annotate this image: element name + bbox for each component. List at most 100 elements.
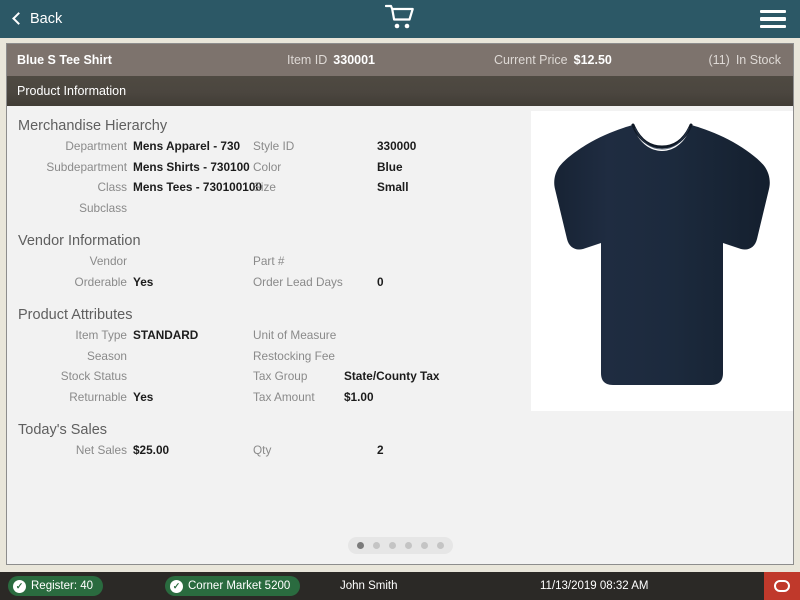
page-dots [347, 537, 453, 554]
field-value: Blue [377, 159, 403, 174]
field-value: $1.00 [344, 389, 374, 404]
field-value: Mens Shirts - 730100 [133, 159, 250, 174]
register-status-badge[interactable]: ✓ Register: 40 [8, 576, 104, 596]
current-price-group: Current Price $12.50 [494, 53, 612, 67]
cart-button-container [0, 0, 800, 38]
current-user: John Smith [340, 580, 398, 592]
page-dot[interactable] [404, 542, 412, 549]
item-id-label: Item ID [287, 53, 328, 67]
detail-row: Net Sales $25.00 Qty 2 [7, 443, 527, 464]
detail-row: Class Mens Tees - 730100100 Size Small [7, 180, 527, 201]
page-dot[interactable] [356, 542, 364, 549]
status-bar: ✓ Register: 40 ✓ Corner Market 5200 John… [0, 572, 800, 600]
content-frame: Blue S Tee Shirt Item ID 330001 Current … [0, 38, 800, 572]
page-dot[interactable] [388, 542, 396, 549]
detail-row: Department Mens Apparel - 730 Style ID 3300… [7, 139, 527, 160]
field-label: Part # [253, 254, 285, 268]
field-value: Mens Apparel - 730 [133, 139, 241, 153]
page-dot[interactable] [372, 542, 380, 549]
menu-line [760, 24, 786, 29]
stock-status-badge: In Stock [735, 53, 781, 67]
field-label: Net Sales [75, 443, 127, 457]
top-navigation-bar: Back [0, 0, 800, 38]
menu-line [760, 9, 786, 14]
menu-line [760, 17, 786, 21]
detail-row: Item Type STANDARD Unit of Measure [7, 328, 527, 349]
tee-shirt-photo [531, 111, 793, 411]
page-dot[interactable] [420, 542, 428, 549]
field-value: 330000 [377, 139, 417, 153]
field-label: Size [253, 180, 276, 194]
field-value: $25.00 [133, 443, 170, 457]
field-label: Color [253, 159, 282, 174]
field-label: Class [97, 180, 128, 194]
power-button-icon[interactable] [764, 572, 800, 600]
detail-rows: Net Sales $25.00 Qty 2 [7, 443, 527, 464]
stock-status-group: (11) In Stock [709, 53, 781, 67]
field-label: Order Lead Days [253, 274, 343, 289]
field-label: Stock Status [60, 369, 127, 383]
detail-section: Vendor Information Vendor Part # Orderable Y… [7, 233, 527, 295]
store-status-badge[interactable]: ✓ Corner Market 5200 [165, 576, 301, 596]
field-value: Mens Tees - 730100100 [133, 180, 262, 194]
detail-section-title: Vendor Information [18, 233, 141, 249]
detail-section-title: Today's Sales [18, 422, 108, 438]
check-circle-icon: ✓ [13, 579, 26, 593]
details-column: Merchandise Hierarchy Department Mens Appa… [7, 106, 527, 476]
detail-section: Merchandise Hierarchy Department Mens Appa… [7, 118, 527, 221]
content-panel: Blue S Tee Shirt Item ID 330001 Current … [6, 43, 794, 565]
field-label: Subclass [79, 200, 127, 215]
hamburger-menu-icon[interactable] [750, 0, 796, 38]
field-value: Yes [133, 389, 154, 404]
current-price-label: Current Price [494, 53, 568, 67]
current-price-value: $12.50 [573, 53, 612, 67]
detail-row: Returnable Yes Tax Amount $1.00 [7, 390, 527, 411]
item-summary-bar: Blue S Tee Shirt Item ID 330001 Current … [7, 44, 793, 76]
item-id-value: 330001 [333, 53, 376, 67]
detail-row: Stock Status Tax Group State/County Tax [7, 369, 527, 390]
field-label: Vendor [89, 254, 127, 268]
field-label: Restocking Fee [253, 348, 335, 363]
page-title: Product Information [17, 84, 127, 98]
detail-row: Vendor Part # [7, 254, 527, 275]
field-label: Qty [253, 443, 272, 457]
item-name: Blue S Tee Shirt [17, 53, 112, 67]
detail-rows: Vendor Part # Orderable Yes Order Lead Days 0 [7, 254, 527, 295]
store-status-label: Corner Market 5200 [188, 580, 291, 592]
page-indicator [7, 537, 793, 554]
detail-row: Orderable Yes Order Lead Days 0 [7, 275, 527, 296]
field-value: State/County Tax [344, 369, 440, 383]
detail-section: Product Attributes Item Type STANDARD Unit … [7, 307, 527, 410]
panel-body: Merchandise Hierarchy Department Mens Appa… [7, 106, 793, 564]
field-label: Item Type [75, 328, 127, 342]
section-title-bar: Product Information [7, 76, 793, 106]
field-label: Subdepartment [46, 159, 127, 174]
field-label: Tax Amount [253, 389, 315, 404]
field-label: Orderable [74, 274, 127, 289]
field-value: 0 [377, 274, 384, 289]
field-label: Season [86, 348, 127, 363]
field-value: Yes [133, 274, 154, 289]
field-label: Unit of Measure [253, 328, 337, 342]
page-dot[interactable] [436, 542, 444, 549]
detail-rows: Item Type STANDARD Unit of Measure Season Re… [7, 328, 527, 410]
field-label: Style ID [253, 139, 295, 153]
detail-rows: Department Mens Apparel - 730 Style ID 3300… [7, 139, 527, 221]
field-value: 2 [377, 443, 384, 457]
current-datetime: 11/13/2019 08:32 AM [540, 580, 649, 592]
chevron-left-icon [12, 12, 25, 25]
field-label: Department [65, 139, 127, 153]
detail-row: Subclass [7, 201, 527, 222]
field-value: Small [377, 180, 409, 194]
register-status-label: Register: 40 [31, 580, 94, 592]
stock-count: (11) [708, 53, 730, 67]
field-label: Tax Group [253, 369, 308, 383]
detail-section-title: Product Attributes [18, 307, 133, 323]
item-id-group: Item ID 330001 [287, 53, 375, 67]
back-button[interactable]: Back [0, 0, 76, 38]
check-circle-icon: ✓ [170, 579, 183, 593]
field-value: STANDARD [133, 328, 199, 342]
detail-section: Today's Sales Net Sales $25.00 Qty 2 [7, 422, 527, 464]
shopping-cart-icon[interactable] [384, 4, 415, 35]
power-glyph [774, 580, 790, 592]
